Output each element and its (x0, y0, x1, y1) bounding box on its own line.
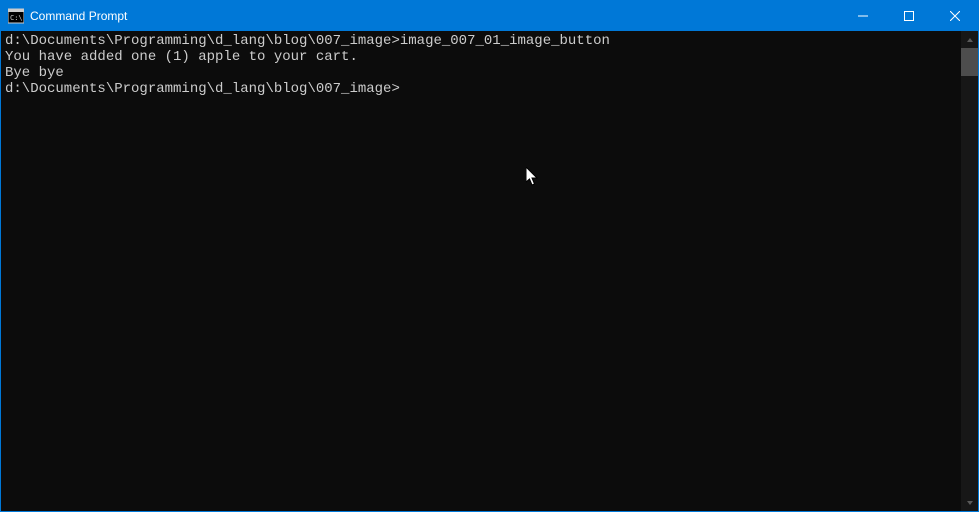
scroll-track[interactable] (961, 48, 978, 494)
scroll-up-arrow-icon[interactable] (961, 31, 978, 48)
minimize-button[interactable] (840, 1, 886, 31)
terminal-output[interactable]: d:\Documents\Programming\d_lang\blog\007… (1, 31, 961, 511)
cmd-icon: C:\ (8, 8, 24, 24)
svg-text:C:\: C:\ (10, 14, 23, 22)
terminal-line: d:\Documents\Programming\d_lang\blog\007… (5, 33, 957, 49)
command-prompt-window: C:\ Command Prompt d:\Documents\Programm… (0, 0, 979, 512)
maximize-button[interactable] (886, 1, 932, 31)
scroll-down-arrow-icon[interactable] (961, 494, 978, 511)
terminal-line: d:\Documents\Programming\d_lang\blog\007… (5, 81, 957, 97)
titlebar[interactable]: C:\ Command Prompt (1, 1, 978, 31)
prompt-text: d:\Documents\Programming\d_lang\blog\007… (5, 33, 400, 49)
window-title: Command Prompt (30, 9, 127, 23)
close-button[interactable] (932, 1, 978, 31)
terminal-line: Bye bye (5, 65, 957, 81)
command-text: image_007_01_image_button (400, 33, 610, 49)
vertical-scrollbar[interactable] (961, 31, 978, 511)
client-area: d:\Documents\Programming\d_lang\blog\007… (1, 31, 978, 511)
scroll-thumb[interactable] (961, 48, 978, 76)
terminal-line: You have added one (1) apple to your car… (5, 49, 957, 65)
window-controls (840, 1, 978, 31)
prompt-text: d:\Documents\Programming\d_lang\blog\007… (5, 81, 400, 97)
